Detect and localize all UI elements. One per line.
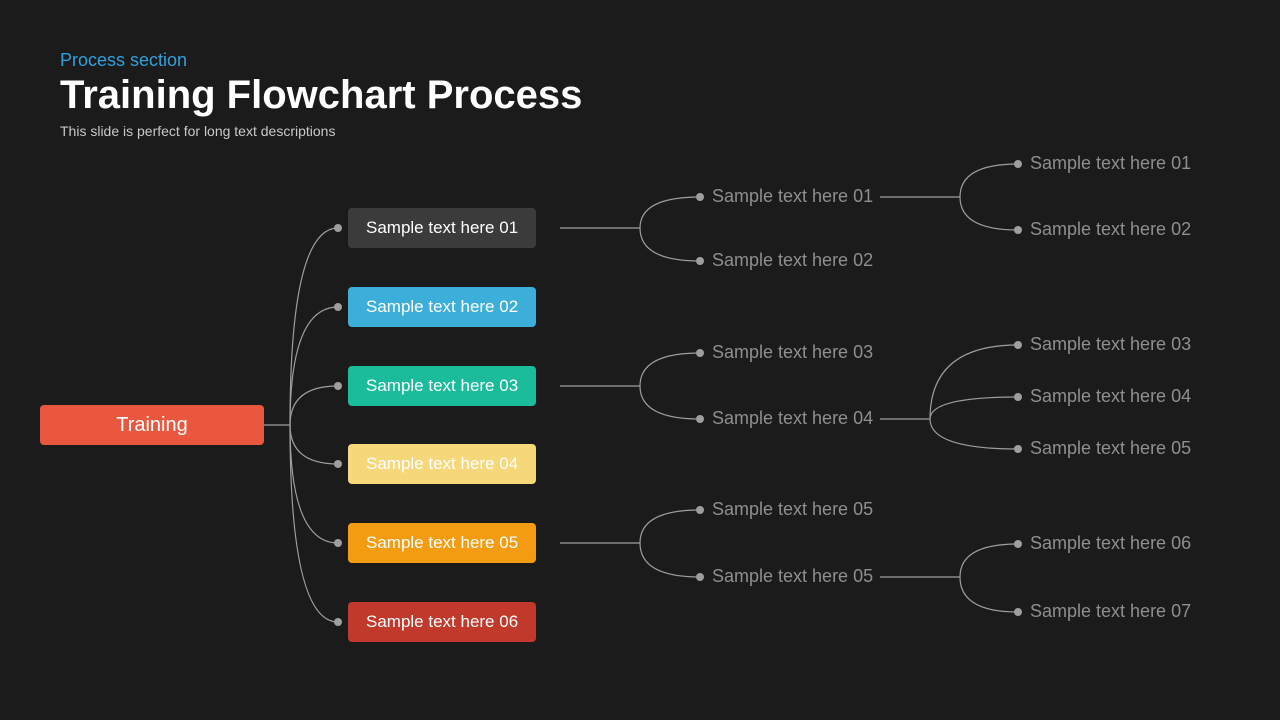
eyebrow-text: Process section	[60, 50, 582, 71]
slide-header: Process section Training Flowchart Proce…	[60, 50, 582, 139]
branchC-item-01: Sample text here 05	[712, 499, 873, 520]
leafB-item-03: Sample text here 05	[1030, 438, 1191, 459]
level1-node-01[interactable]: Sample text here 01	[348, 208, 536, 248]
leafC-item-02: Sample text here 07	[1030, 601, 1191, 622]
branchB-item-01: Sample text here 03	[712, 342, 873, 363]
level1-node-05[interactable]: Sample text here 05	[348, 523, 536, 563]
branchC-item-02: Sample text here 05	[712, 566, 873, 587]
subtitle-text: This slide is perfect for long text desc…	[60, 123, 582, 139]
leafB-item-01: Sample text here 03	[1030, 334, 1191, 355]
level1-node-04[interactable]: Sample text here 04	[348, 444, 536, 484]
root-node-training[interactable]: Training	[40, 405, 264, 445]
leafC-item-01: Sample text here 06	[1030, 533, 1191, 554]
branchA-item-02: Sample text here 02	[712, 250, 873, 271]
branchA-item-01: Sample text here 01	[712, 186, 873, 207]
level1-node-06[interactable]: Sample text here 06	[348, 602, 536, 642]
leafA-item-02: Sample text here 02	[1030, 219, 1191, 240]
leafA-item-01: Sample text here 01	[1030, 153, 1191, 174]
level1-node-02[interactable]: Sample text here 02	[348, 287, 536, 327]
branchB-item-02: Sample text here 04	[712, 408, 873, 429]
page-title: Training Flowchart Process	[60, 73, 582, 117]
level1-node-03[interactable]: Sample text here 03	[348, 366, 536, 406]
flowchart-stage: Process section Training Flowchart Proce…	[0, 0, 1280, 720]
leafB-item-02: Sample text here 04	[1030, 386, 1191, 407]
